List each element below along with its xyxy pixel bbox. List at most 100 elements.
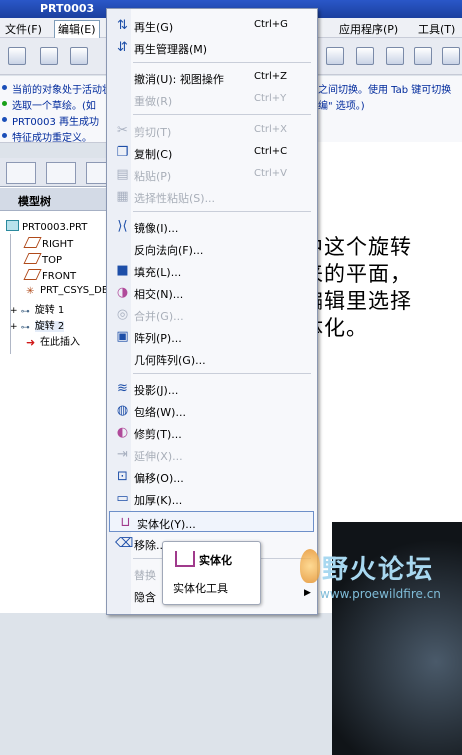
paste-special-icon: ▦ (116, 189, 129, 204)
tree-item-insert-here[interactable]: ➜ 在此插入 (26, 333, 80, 348)
menu-item-label: 粘贴(P) (134, 170, 172, 183)
menu-edit[interactable]: 编辑(E) (54, 20, 100, 38)
tooltip-subtitle: 实体化工具 (173, 582, 228, 595)
menu-item-shortcut: Ctrl+V (254, 168, 288, 179)
solidify-icon: ⊔ (120, 515, 131, 530)
watermark-text: 野火论坛 (322, 555, 435, 585)
menu-item-regenerate[interactable]: ⇅ 再生(G) Ctrl+G (107, 15, 317, 36)
tree-item-datum-plane[interactable]: FRONT (23, 269, 77, 282)
tree-item-datum-plane[interactable]: RIGHT (23, 237, 74, 250)
paste-toolbar-icon[interactable] (326, 47, 344, 65)
menu-item-label: 加厚(K)... (134, 494, 183, 507)
wrap-icon: ◍ (116, 403, 129, 418)
menu-item-label: 镜像(I)... (134, 222, 179, 235)
copy-icon: ❐ (116, 145, 129, 160)
intersect-icon: ◑ (116, 285, 129, 300)
message-line: PRT0003 再生成功 (12, 117, 99, 128)
message-line-right: 之间切换。使用 Tab 键可切换 (318, 85, 452, 96)
folder-browser-tab-icon[interactable] (46, 162, 76, 184)
solidify-icon (175, 551, 195, 567)
tree-item-revolve-1[interactable]: + ⊶ 旋转 1 (10, 301, 64, 317)
menu-item-label: 几何阵列(G)... (134, 354, 206, 367)
model-tree-tab-icon[interactable] (6, 162, 36, 184)
menu-item-intersect[interactable]: ◑ 相交(N)... (107, 282, 317, 303)
tree-item-label: PRT0003.PRT (22, 222, 88, 233)
new-file-icon[interactable] (8, 47, 26, 65)
menu-item-label: 撤消(U): 视图操作 (134, 73, 224, 86)
expand-icon[interactable]: + (10, 322, 18, 332)
save-icon[interactable] (70, 47, 88, 65)
menu-item-label: 重做(R) (134, 95, 173, 108)
menu-item-label: 填充(L)... (134, 266, 182, 279)
menu-item-label: 延伸(X)... (134, 450, 183, 463)
thicken-icon: ▭ (116, 491, 129, 506)
menu-item-cut[interactable]: ✂ 剪切(T) Ctrl+X (107, 120, 317, 141)
menu-item-regen-manager[interactable]: ⇵ 再生管理器(M) (107, 37, 317, 58)
tree-item-revolve-2[interactable]: + ⊶ 旋转 2 (10, 317, 65, 333)
menu-item-shortcut: Ctrl+Z (254, 71, 288, 82)
menu-item-merge[interactable]: ◎ 合并(G)... (107, 304, 317, 325)
message-line-right: 编" 选项。) (318, 101, 365, 112)
open-file-icon[interactable] (40, 47, 58, 65)
menu-applications[interactable]: 应用程序(P) (336, 21, 401, 37)
menu-item-undo[interactable]: 撤消(U): 视图操作 Ctrl+Z (107, 67, 317, 88)
menu-file[interactable]: 文件(F) (2, 21, 45, 37)
project-icon: ≋ (117, 381, 128, 396)
menu-item-trim[interactable]: ◐ 修剪(T)... (107, 422, 317, 443)
menu-item-redo[interactable]: 重做(R) Ctrl+Y (107, 89, 317, 110)
navigator-tabs (0, 158, 112, 187)
menu-item-label: 阵列(P)... (134, 332, 182, 345)
menu-item-mirror[interactable]: ⟩⟨ 镜像(I)... (107, 216, 317, 237)
regen-manager-toolbar-icon[interactable] (414, 47, 432, 65)
tree-item-label: TOP (42, 255, 63, 266)
pattern-icon: ▣ (116, 329, 129, 344)
flame-logo-icon (300, 549, 320, 583)
revolve-icon: ⊶ (20, 323, 30, 333)
menu-tools[interactable]: 工具(T) (415, 21, 458, 37)
menu-item-paste[interactable]: ▤ 粘贴(P) Ctrl+V (107, 164, 317, 185)
menu-separator (133, 373, 311, 374)
tree-item-label: RIGHT (42, 239, 74, 250)
mirror-icon: ⟩⟨ (117, 219, 128, 234)
menu-item-extend[interactable]: ⇥ 延伸(X)... (107, 444, 317, 465)
menu-item-shortcut: Ctrl+G (254, 19, 288, 30)
tree-item-label: FRONT (42, 271, 77, 282)
menu-item-fill[interactable]: ■ 填充(L)... (107, 260, 317, 281)
model-tree-title: 模型树 (18, 195, 51, 208)
copy-toolbar-icon[interactable] (356, 47, 374, 65)
navigator-panel: 模型树 PRT0003.PRT RIGHT TOP FRONT ✳ PRT_CSY… (0, 158, 114, 613)
window-title: PRT0003 (40, 2, 95, 15)
menu-item-label: 再生管理器(M) (134, 43, 208, 56)
menu-item-wrap[interactable]: ◍ 包络(W)... (107, 400, 317, 421)
datum-plane-icon (23, 253, 42, 264)
tree-item-part[interactable]: PRT0003.PRT (6, 220, 87, 233)
menu-item-paste-special[interactable]: ▦ 选择性粘贴(S)... (107, 186, 317, 207)
menu-item-flip-normal[interactable]: 反向法向(F)... (107, 238, 317, 259)
remove-icon: ⌫ (115, 536, 134, 551)
coordinate-system-icon: ✳ (26, 286, 35, 297)
paste-icon: ▤ (116, 167, 129, 182)
menu-separator (133, 62, 311, 63)
menu-item-label: 包络(W)... (134, 406, 186, 419)
menu-item-label: 实体化(Y)... (137, 518, 196, 531)
menu-item-project[interactable]: ≋ 投影(J)... (107, 378, 317, 399)
menu-item-solidify[interactable]: ⊔ 实体化(Y)... (109, 511, 314, 532)
insert-arrow-icon: ➜ (26, 336, 36, 349)
merge-icon: ◎ (116, 307, 129, 322)
menu-item-thicken[interactable]: ▭ 加厚(K)... (107, 488, 317, 509)
tree-item-csys[interactable]: ✳ PRT_CSYS_DEF (26, 285, 114, 297)
tooltip-title: 实体化 (199, 554, 232, 567)
menu-item-label: 反向法向(F)... (134, 244, 204, 257)
regen-manager-icon: ⇵ (117, 40, 128, 55)
model-tree-toolbar-icon[interactable] (442, 47, 460, 65)
menu-item-copy[interactable]: ❐ 复制(C) Ctrl+C (107, 142, 317, 163)
tree-item-datum-plane[interactable]: TOP (23, 253, 63, 266)
regenerate-icon: ⇅ (117, 18, 128, 33)
menu-item-geometry-pattern[interactable]: 几何阵列(G)... (107, 348, 317, 369)
menu-item-offset[interactable]: ⊡ 偏移(O)... (107, 466, 317, 487)
offset-icon: ⊡ (117, 469, 128, 484)
regen-toolbar-icon[interactable] (386, 47, 404, 65)
menu-item-pattern[interactable]: ▣ 阵列(P)... (107, 326, 317, 347)
tree-connector (10, 234, 11, 354)
expand-icon[interactable]: + (10, 306, 18, 316)
